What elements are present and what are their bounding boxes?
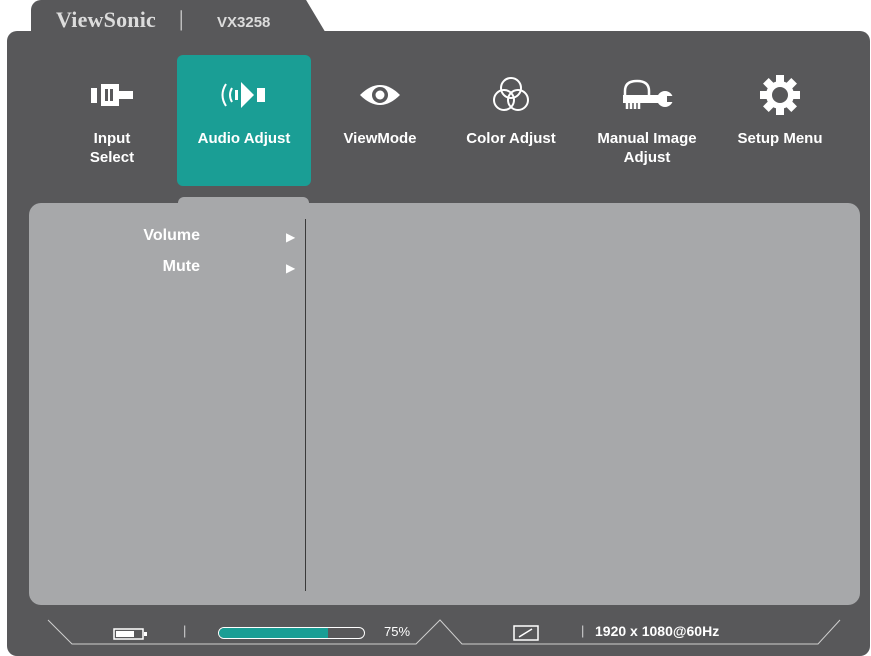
color-circles-icon	[444, 69, 578, 121]
menu-label: Audio Adjust	[197, 130, 291, 147]
eye-icon	[313, 69, 447, 121]
menu-label: Setup Menu	[737, 130, 823, 147]
menu-item-input-select[interactable]: Input Select	[45, 55, 179, 186]
menu-label: ViewMode	[343, 130, 417, 147]
progress-bar	[218, 627, 365, 639]
submenu-panel	[29, 203, 860, 605]
progress-fill	[219, 628, 328, 638]
hand-wrench-icon	[580, 69, 714, 121]
menu-item-color-adjust[interactable]: Color Adjust	[444, 55, 578, 186]
brand-separator: |	[179, 6, 184, 31]
status-bar: | 75% | 1920 x 1080@60Hz	[0, 612, 871, 656]
input-select-icon	[45, 69, 179, 121]
menu-label: Select	[89, 149, 135, 166]
panel-divider	[305, 219, 306, 591]
menu-item-setup-menu[interactable]: Setup Menu	[713, 55, 847, 186]
submenu-item-mute[interactable]: Mute	[163, 258, 200, 276]
brand-name: ViewSonic	[56, 7, 156, 32]
menu-item-manual-image-adjust[interactable]: Manual Image Adjust	[580, 55, 714, 186]
arrow-right-icon: ▶	[286, 261, 296, 275]
submenu-item-volume[interactable]: Volume	[143, 227, 200, 245]
menu-item-audio-adjust[interactable]: Audio Adjust	[177, 55, 311, 186]
menu-label: Adjust	[623, 149, 671, 166]
menu-label: Manual Image	[597, 130, 697, 147]
menu-label: Color Adjust	[466, 130, 556, 147]
status-separator: |	[183, 623, 187, 638]
speaker-icon	[177, 69, 311, 121]
menu-item-viewmode[interactable]: ViewMode	[313, 55, 447, 186]
arrow-right-icon: ▶	[286, 230, 296, 244]
status-separator: |	[581, 623, 585, 638]
progress-label: 75%	[384, 624, 411, 639]
menu-label: Input	[93, 130, 131, 147]
resolution-label: 1920 x 1080@60Hz	[595, 623, 720, 639]
gear-icon	[713, 69, 847, 121]
model-name: VX3258	[217, 14, 271, 31]
